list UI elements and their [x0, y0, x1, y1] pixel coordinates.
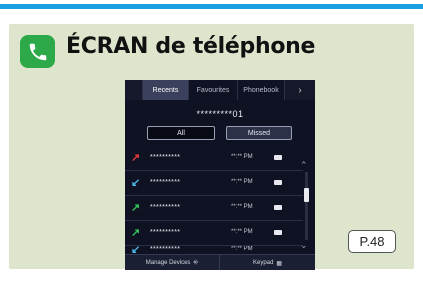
call-time: **:** PM: [231, 154, 253, 160]
device-icon: [274, 230, 282, 235]
chevron-down-icon[interactable]: ⌄: [300, 240, 308, 251]
phone-handset-icon: [20, 35, 55, 68]
tab-favourites[interactable]: Favourites: [188, 80, 237, 100]
caller-name: **********: [150, 204, 181, 211]
incoming-call-icon: ↙: [131, 246, 141, 254]
missed-call-icon: ↗: [131, 152, 141, 164]
caller-name: **********: [150, 229, 181, 236]
device-icon: [274, 155, 282, 160]
call-row[interactable]: ↗ ********** **:** PM: [125, 221, 303, 246]
keypad-button[interactable]: Keypad ▦: [220, 255, 315, 270]
call-time: **:** PM: [231, 204, 253, 210]
device-icon: [274, 180, 282, 185]
bottom-bar: Manage Devices ⎆ Keypad ▦: [125, 254, 315, 270]
scrollbar-thumb[interactable]: [304, 188, 309, 202]
phone-screen: Recents Favourites Phonebook › *********…: [125, 80, 315, 270]
tab-phonebook[interactable]: Phonebook: [237, 80, 284, 100]
outgoing-call-icon: ↗: [131, 227, 141, 239]
manage-devices-button[interactable]: Manage Devices ⎆: [125, 255, 220, 270]
top-accent-bar: [0, 4, 423, 9]
card-title: ÉCRAN de téléphone: [66, 34, 316, 59]
filter-missed-button[interactable]: Missed: [226, 126, 292, 140]
chevron-up-icon[interactable]: ⌃: [300, 160, 308, 171]
call-time: **:** PM: [231, 179, 253, 185]
device-link-icon: ⎆: [193, 259, 199, 266]
call-time: **:** PM: [231, 246, 253, 252]
keypad-grid-icon: ▦: [276, 260, 283, 267]
tab-bar-spacer: [125, 80, 142, 100]
scrollbar-track[interactable]: [305, 172, 308, 240]
tab-recents[interactable]: Recents: [142, 80, 188, 100]
chevron-right-icon[interactable]: ›: [284, 80, 315, 100]
device-icon: [274, 205, 282, 210]
call-row[interactable]: ↗ ********** **:** PM: [125, 146, 303, 171]
outgoing-call-icon: ↗: [131, 202, 141, 214]
call-row[interactable]: ↙ ********** **:** PM: [125, 246, 303, 254]
call-row[interactable]: ↗ ********** **:** PM: [125, 196, 303, 221]
call-row[interactable]: ↙ ********** **:** PM: [125, 171, 303, 196]
tab-bar: Recents Favourites Phonebook ›: [125, 80, 315, 100]
filter-all-button[interactable]: All: [147, 126, 215, 140]
incoming-call-icon: ↙: [131, 177, 141, 189]
caller-name: **********: [150, 179, 181, 186]
caller-name: **********: [150, 246, 181, 253]
keypad-label: Keypad: [252, 260, 274, 266]
page-reference-badge: P.48: [348, 230, 396, 253]
phone-screen-card: ÉCRAN de téléphone Recents Favourites Ph…: [9, 24, 414, 270]
manage-devices-label: Manage Devices: [145, 260, 191, 266]
call-time: **:** PM: [231, 229, 253, 235]
phone-number: *********01: [196, 109, 244, 119]
caller-name: **********: [150, 154, 181, 161]
